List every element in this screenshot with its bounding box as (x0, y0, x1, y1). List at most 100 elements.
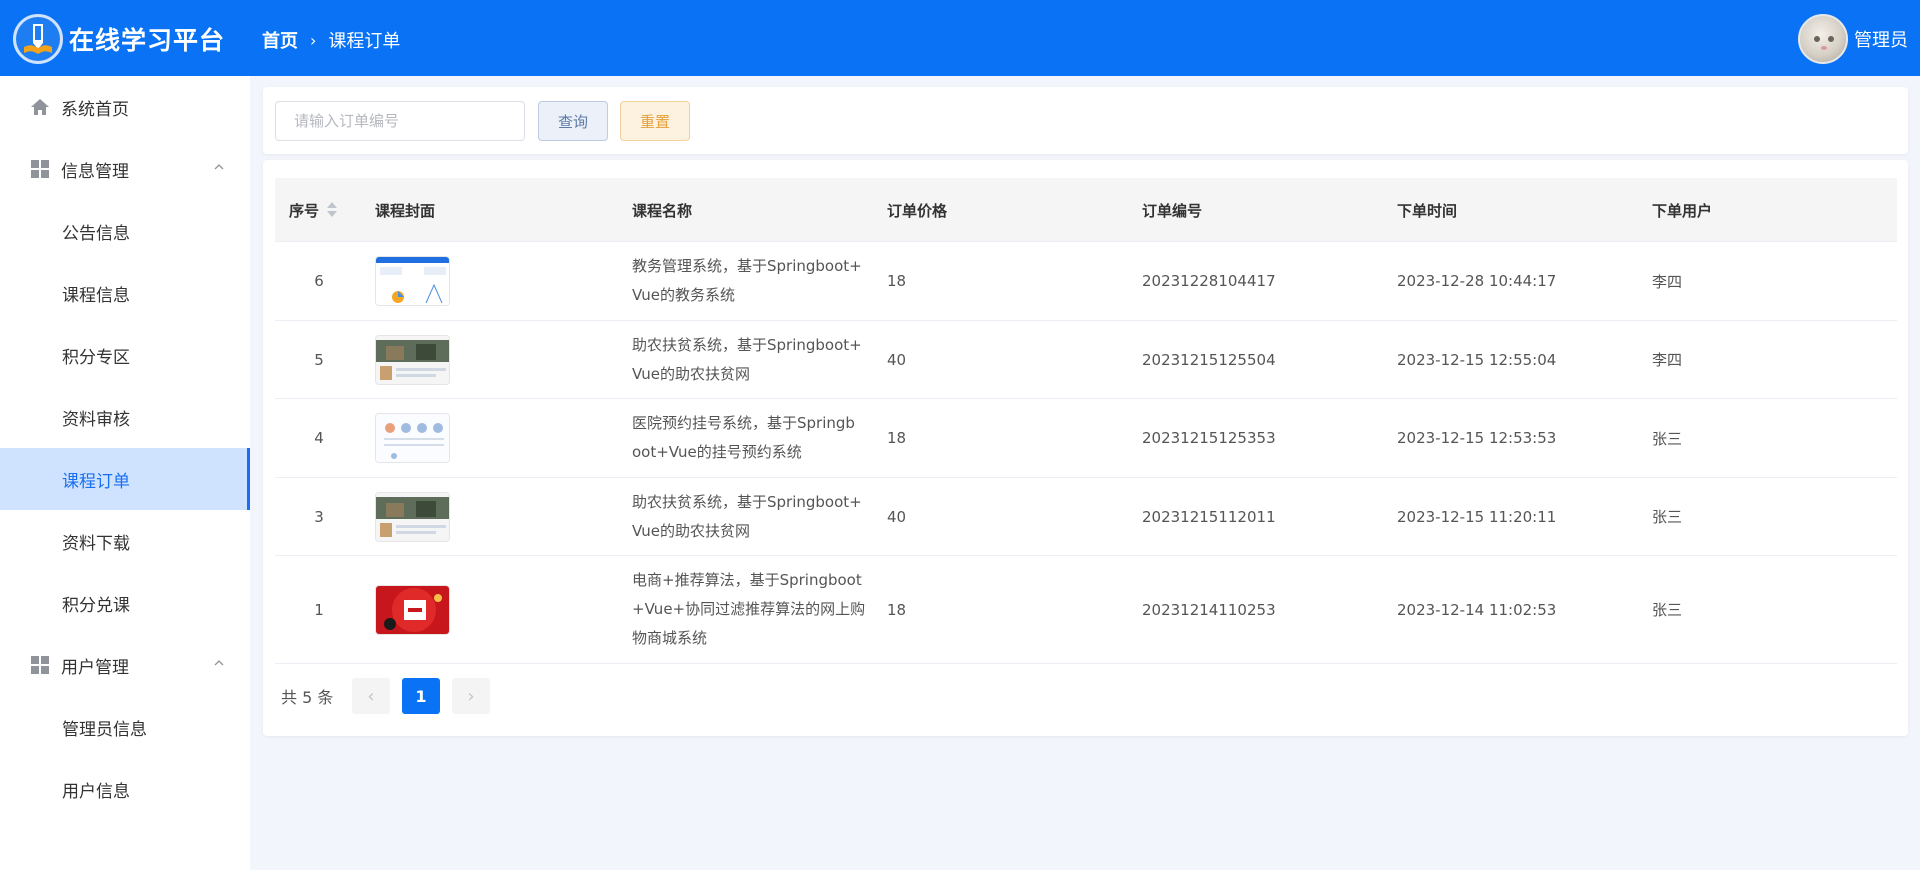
sidebar-item-points-exchange[interactable]: 积分兑课 (0, 572, 250, 634)
grid-icon (31, 656, 49, 674)
pagination: 共 5 条 (275, 678, 333, 714)
column-header-label: 订单编号 (1142, 201, 1203, 220)
user-menu[interactable]: 管理员 (1798, 14, 1908, 64)
table-row[interactable]: 5 助农扶贫系统，基于Springboot+ Vue的助农扶贫网 40 20231… (275, 321, 1897, 399)
column-header-order-no: 订单编号 (1142, 178, 1202, 242)
chevron-right-icon: › (310, 30, 317, 50)
sidebar-item-label: 资料审核 (62, 409, 130, 430)
column-header-label: 订单价格 (887, 201, 948, 220)
order-user: 李四 (1652, 351, 1683, 369)
sidebar: 系统首页 信息管理 公告信息 课程信息 积分专区 资料审核 课程订单 资料下载 … (0, 76, 250, 870)
sidebar-item-material-review[interactable]: 资料审核 (0, 386, 250, 448)
sidebar-item-points[interactable]: 积分专区 (0, 324, 250, 386)
reset-button[interactable]: 重置 (620, 101, 690, 141)
course-cover (375, 399, 450, 477)
course-cover (375, 556, 450, 663)
order-number: 20231214110253 (1142, 600, 1276, 619)
sidebar-item-material-download[interactable]: 资料下载 (0, 510, 250, 572)
order-number: 20231215112011 (1142, 507, 1276, 526)
grid-icon (31, 160, 49, 178)
course-name: 电商+推荐算法，基于Springboot +Vue+协同过滤推荐算法的网上购 物商城… (632, 571, 866, 647)
sidebar-item-course-orders[interactable]: 课程订单 (0, 448, 250, 510)
home-icon (31, 99, 49, 115)
row-index: 3 (314, 507, 324, 526)
course-cover (375, 242, 450, 320)
order-user: 张三 (1652, 601, 1683, 619)
order-price: 40 (887, 507, 907, 526)
top-header: 在线学习平台 首页 › 课程订单 管理员 (0, 0, 1920, 76)
course-name: 医院预约挂号系统，基于Springb oot+Vue的挂号预约系统 (632, 414, 855, 461)
column-header-order-time: 下单时间 (1397, 178, 1457, 242)
order-user: 张三 (1652, 508, 1683, 526)
course-name: 助农扶贫系统，基于Springboot+ Vue的助农扶贫网 (632, 492, 862, 540)
order-time: 2023-12-15 12:53:53 (1397, 429, 1557, 447)
table-row[interactable]: 6 教务管理系统，基于Springboot+ Vue的教务系统 18 202312… (275, 242, 1897, 321)
sort-caret-icon[interactable] (327, 202, 338, 218)
order-number: 20231215125504 (1142, 350, 1276, 369)
sidebar-item-label: 信息管理 (61, 161, 129, 182)
sidebar-item-home[interactable]: 系统首页 (0, 76, 250, 138)
sidebar-item-label: 用户信息 (62, 781, 130, 802)
page-1-button[interactable]: 1 (402, 678, 440, 714)
order-price: 40 (887, 350, 907, 369)
order-time: 2023-12-15 12:55:04 (1397, 350, 1557, 369)
course-cover-image (375, 491, 450, 542)
sidebar-item-admin-info[interactable]: 管理员信息 (0, 696, 250, 758)
search-panel: 查询 重置 (263, 87, 1908, 154)
pen-book-icon (16, 17, 60, 61)
course-cover-image (375, 413, 450, 463)
order-user: 张三 (1652, 429, 1683, 448)
sidebar-item-label: 用户管理 (61, 657, 129, 678)
row-index: 6 (314, 272, 324, 290)
order-time: 2023-12-28 10:44:17 (1397, 272, 1557, 290)
course-name: 助农扶贫系统，基于Springboot+ Vue的助农扶贫网 (632, 335, 862, 383)
column-header-label: 下单用户 (1652, 201, 1713, 220)
order-time: 2023-12-14 11:02:53 (1397, 600, 1557, 619)
breadcrumb-current: 课程订单 (328, 31, 401, 52)
table-row[interactable]: 3 助农扶贫系统，基于Springboot+ Vue的助农扶贫网 40 20231… (275, 478, 1897, 556)
column-header-course-name: 课程名称 (632, 178, 692, 242)
course-cover-image (375, 584, 450, 635)
chevron-up-icon (214, 164, 224, 170)
sidebar-group-users[interactable]: 用户管理 (0, 634, 250, 696)
sidebar-item-user-info[interactable]: 用户信息 (0, 758, 250, 820)
sidebar-item-label: 系统首页 (61, 99, 129, 120)
app-logo[interactable] (13, 14, 63, 64)
next-page-button[interactable]: › (452, 678, 490, 714)
sidebar-item-label: 公告信息 (62, 223, 130, 244)
sidebar-item-course[interactable]: 课程信息 (0, 262, 250, 324)
user-name[interactable]: 管理员 (1854, 26, 1908, 52)
sidebar-item-label: 课程信息 (62, 285, 130, 306)
table-row[interactable]: 4 医院预约挂号系统，基于Springb oot+Vue的挂号预约系统 18 20… (275, 399, 1897, 478)
sidebar-item-label: 管理员信息 (62, 719, 147, 740)
course-cover-image (375, 334, 450, 385)
breadcrumb: 首页 › 课程订单 (262, 27, 400, 53)
avatar[interactable] (1798, 14, 1848, 64)
row-index: 1 (314, 600, 324, 619)
column-header-user: 下单用户 (1652, 178, 1712, 242)
order-user: 李四 (1652, 272, 1683, 291)
order-price: 18 (887, 429, 907, 447)
order-price: 18 (887, 600, 907, 619)
column-header-cover: 课程封面 (375, 178, 435, 242)
app-title[interactable]: 在线学习平台 (69, 21, 225, 57)
sidebar-item-label: 积分专区 (62, 347, 130, 368)
order-number-search-input[interactable] (275, 101, 525, 141)
column-header-index[interactable]: 序号 (289, 178, 338, 242)
table-row[interactable]: 1 电商+推荐算法，基于Springboot +Vue+协同过滤推荐算法的网上购物… (275, 556, 1897, 664)
sidebar-item-label: 积分兑课 (62, 595, 130, 616)
query-button[interactable]: 查询 (538, 101, 608, 141)
prev-page-button[interactable]: ‹ (352, 678, 390, 714)
table-header: 序号 课程封面 课程名称 订单价格 订单编号 下单时间 下单用户 (275, 178, 1897, 242)
order-number: 20231215125353 (1142, 429, 1276, 447)
course-cover (375, 478, 450, 555)
course-name: 教务管理系统，基于Springboot+ Vue的教务系统 (632, 257, 862, 304)
sidebar-group-info[interactable]: 信息管理 (0, 138, 250, 200)
chevron-up-icon (214, 660, 224, 666)
sidebar-item-label: 课程订单 (62, 471, 130, 492)
sidebar-item-notice[interactable]: 公告信息 (0, 200, 250, 262)
row-index: 5 (314, 350, 324, 369)
sidebar-item-label: 资料下载 (62, 533, 130, 554)
breadcrumb-home[interactable]: 首页 (262, 27, 298, 53)
column-header-label: 课程名称 (632, 201, 693, 220)
